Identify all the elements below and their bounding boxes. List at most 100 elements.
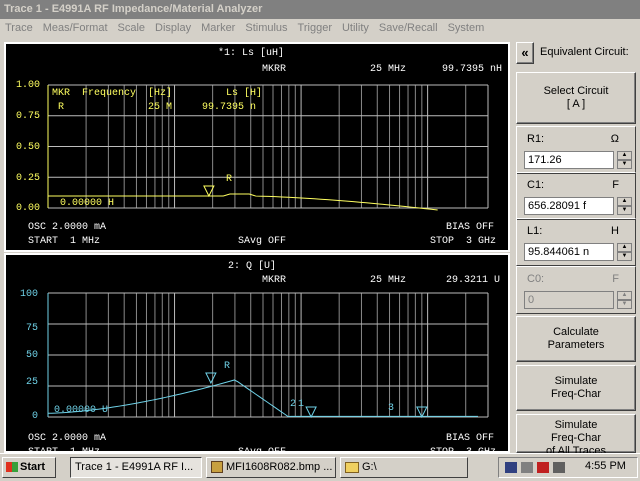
menu-system[interactable]: System	[443, 19, 490, 38]
trace2-panel[interactable]: 2: Q [U] MKRR 25 MHz 29.3211 U 100 75 50…	[4, 253, 510, 458]
calculate-line1: Calculate	[553, 326, 599, 338]
c0-unit: F	[612, 273, 619, 285]
select-circuit-button[interactable]: Select Circuit [ A ]	[516, 72, 636, 124]
menu-trace[interactable]: Trace	[0, 19, 38, 38]
r1-field-group: R1: Ω 171.26 ▲ ▼	[516, 126, 636, 174]
l1-input[interactable]: 95.844061 n	[524, 243, 614, 261]
start-label: Start	[20, 461, 46, 473]
r1-spin-up-icon[interactable]: ▲	[617, 151, 632, 160]
r1-label: R1:	[527, 133, 545, 145]
trace1-header: *1: Ls [uH]	[218, 48, 285, 59]
window-title: Trace 1 - E4991A RF Impedance/Material A…	[0, 0, 640, 19]
trace1-marker-r-label: R	[226, 174, 233, 185]
taskbar: Start Trace 1 - E4991A RF I... MFI1608R0…	[0, 453, 640, 481]
tray-network-icon[interactable]	[505, 462, 517, 473]
trace2-marker-freq: 25 MHz	[370, 275, 407, 286]
menu-display[interactable]: Display	[150, 19, 196, 38]
trace2-marker-1[interactable]	[305, 406, 317, 419]
simulate-all-line2: Freq-Char	[550, 432, 602, 444]
trace1-mkrr: MKRR	[262, 64, 287, 75]
system-tray: 4:55 PM	[498, 457, 638, 478]
tray-status-icon[interactable]	[537, 462, 549, 473]
trace2-grid	[47, 292, 489, 419]
softkey-title: Equivalent Circuit:	[540, 46, 629, 58]
c0-field-group: C0: F 0 ▲ ▼	[516, 266, 636, 314]
trace2-marker-r[interactable]	[205, 372, 217, 385]
menu-bar: Trace Meas/Format Scale Display Marker Stimul…	[0, 19, 640, 39]
menu-trigger[interactable]: Trigger	[293, 19, 337, 38]
menu-marker[interactable]: Marker	[196, 19, 240, 38]
c0-input: 0	[524, 291, 614, 309]
trace2-ytick-2: 50	[26, 350, 39, 361]
task-trace1[interactable]: Trace 1 - E4991A RF I...	[70, 457, 202, 478]
softkey-panel: « Equivalent Circuit: Select Circuit [ A…	[512, 38, 640, 457]
trace1-bias: BIAS OFF	[446, 222, 495, 233]
c0-spin-up-icon: ▲	[617, 291, 632, 300]
c1-unit: F	[612, 179, 619, 191]
folder-icon	[345, 461, 359, 473]
simulate-line2: Freq-Char	[550, 388, 602, 400]
l1-spin-up-icon[interactable]: ▲	[617, 243, 632, 252]
l1-unit: H	[611, 225, 619, 237]
simulate-line1: Simulate	[554, 375, 598, 387]
trace2-ref-value: 0.00000 U	[54, 405, 109, 416]
calculate-parameters-button[interactable]: Calculate Parameters	[516, 316, 636, 362]
trace1-marker-table-header: MKR Frequency [Hz] Ls [H]	[52, 88, 263, 99]
menu-stimulus[interactable]: Stimulus	[240, 19, 292, 38]
paint-icon	[211, 461, 223, 474]
task-folder[interactable]: G:\	[340, 457, 468, 478]
task-folder-label: G:\	[362, 461, 377, 473]
trace2-osc: OSC 2.0000 mA	[28, 433, 107, 444]
trace2-header: 2: Q [U]	[228, 261, 277, 272]
trace1-grid	[47, 84, 489, 211]
trace1-ytick-4: 0.00	[16, 203, 41, 214]
c0-label: C0:	[527, 273, 545, 285]
trace2-mkrr: MKRR	[262, 275, 287, 286]
trace1-ytick-1: 0.75	[16, 111, 41, 122]
trace2-marker-3-label: 3	[388, 403, 395, 414]
l1-spin-down-icon[interactable]: ▼	[617, 252, 632, 261]
trace1-ytick-3: 0.25	[16, 173, 41, 184]
trace1-ytick-2: 0.50	[16, 142, 41, 153]
trace1-panel[interactable]: *1: Ls [uH] MKRR 25 MHz 99.7395 nH 1.00 …	[4, 42, 510, 252]
trace2-marker-r-label: R	[224, 361, 231, 372]
trace2-bias: BIAS OFF	[446, 433, 495, 444]
task-bmp[interactable]: MFI1608R082.bmp ...	[206, 457, 336, 478]
trace1-marker-value: 99.7395 nH	[442, 64, 503, 75]
c1-field-group: C1: F 656.28091 f ▲ ▼	[516, 172, 636, 220]
start-button[interactable]: Start	[2, 457, 56, 478]
c0-spin-down-icon: ▼	[617, 300, 632, 309]
trace2-ytick-1: 75	[26, 323, 39, 334]
r1-input[interactable]: 171.26	[524, 151, 614, 169]
r1-spin-down-icon[interactable]: ▼	[617, 160, 632, 169]
l1-label: L1:	[527, 225, 543, 237]
tray-printer-icon[interactable]	[521, 462, 533, 473]
menu-meas-format[interactable]: Meas/Format	[38, 19, 113, 38]
select-circuit-label: Select Circuit	[543, 85, 609, 97]
trace2-ytick-0: 100	[20, 289, 39, 300]
r1-unit: Ω	[610, 133, 619, 145]
c1-input[interactable]: 656.28091 f	[524, 197, 614, 215]
simulate-freq-char-button[interactable]: Simulate Freq-Char	[516, 365, 636, 411]
trace1-start: START 1 MHz	[28, 236, 101, 247]
trace1-ref-value: 0.00000 H	[60, 198, 115, 209]
simulate-all-line1: Simulate	[554, 419, 598, 431]
back-button[interactable]: «	[516, 42, 534, 64]
trace1-savg: SAvg OFF	[238, 236, 287, 247]
task-trace1-label: Trace 1 - E4991A RF I...	[75, 461, 194, 473]
tray-clock: 4:55 PM	[585, 460, 626, 472]
trace1-osc: OSC 2.0000 mA	[28, 222, 107, 233]
menu-scale[interactable]: Scale	[113, 19, 151, 38]
c1-spin-down-icon[interactable]: ▼	[617, 206, 632, 215]
trace2-ytick-3: 25	[26, 377, 39, 388]
menu-save-recall[interactable]: Save/Recall	[374, 19, 443, 38]
trace1-stop: STOP 3 GHz	[430, 236, 497, 247]
tray-speaker-icon[interactable]	[553, 462, 565, 473]
c1-spin-up-icon[interactable]: ▲	[617, 197, 632, 206]
l1-field-group: L1: H 95.844061 n ▲ ▼	[516, 218, 636, 266]
simulate-all-traces-button[interactable]: Simulate Freq-Char of All Traces	[516, 414, 636, 457]
c1-label: C1:	[527, 179, 545, 191]
trace1-marker-table-row: R 25 M 99.7395 n	[58, 102, 257, 113]
task-bmp-label: MFI1608R082.bmp ...	[226, 461, 333, 473]
menu-utility[interactable]: Utility	[337, 19, 374, 38]
